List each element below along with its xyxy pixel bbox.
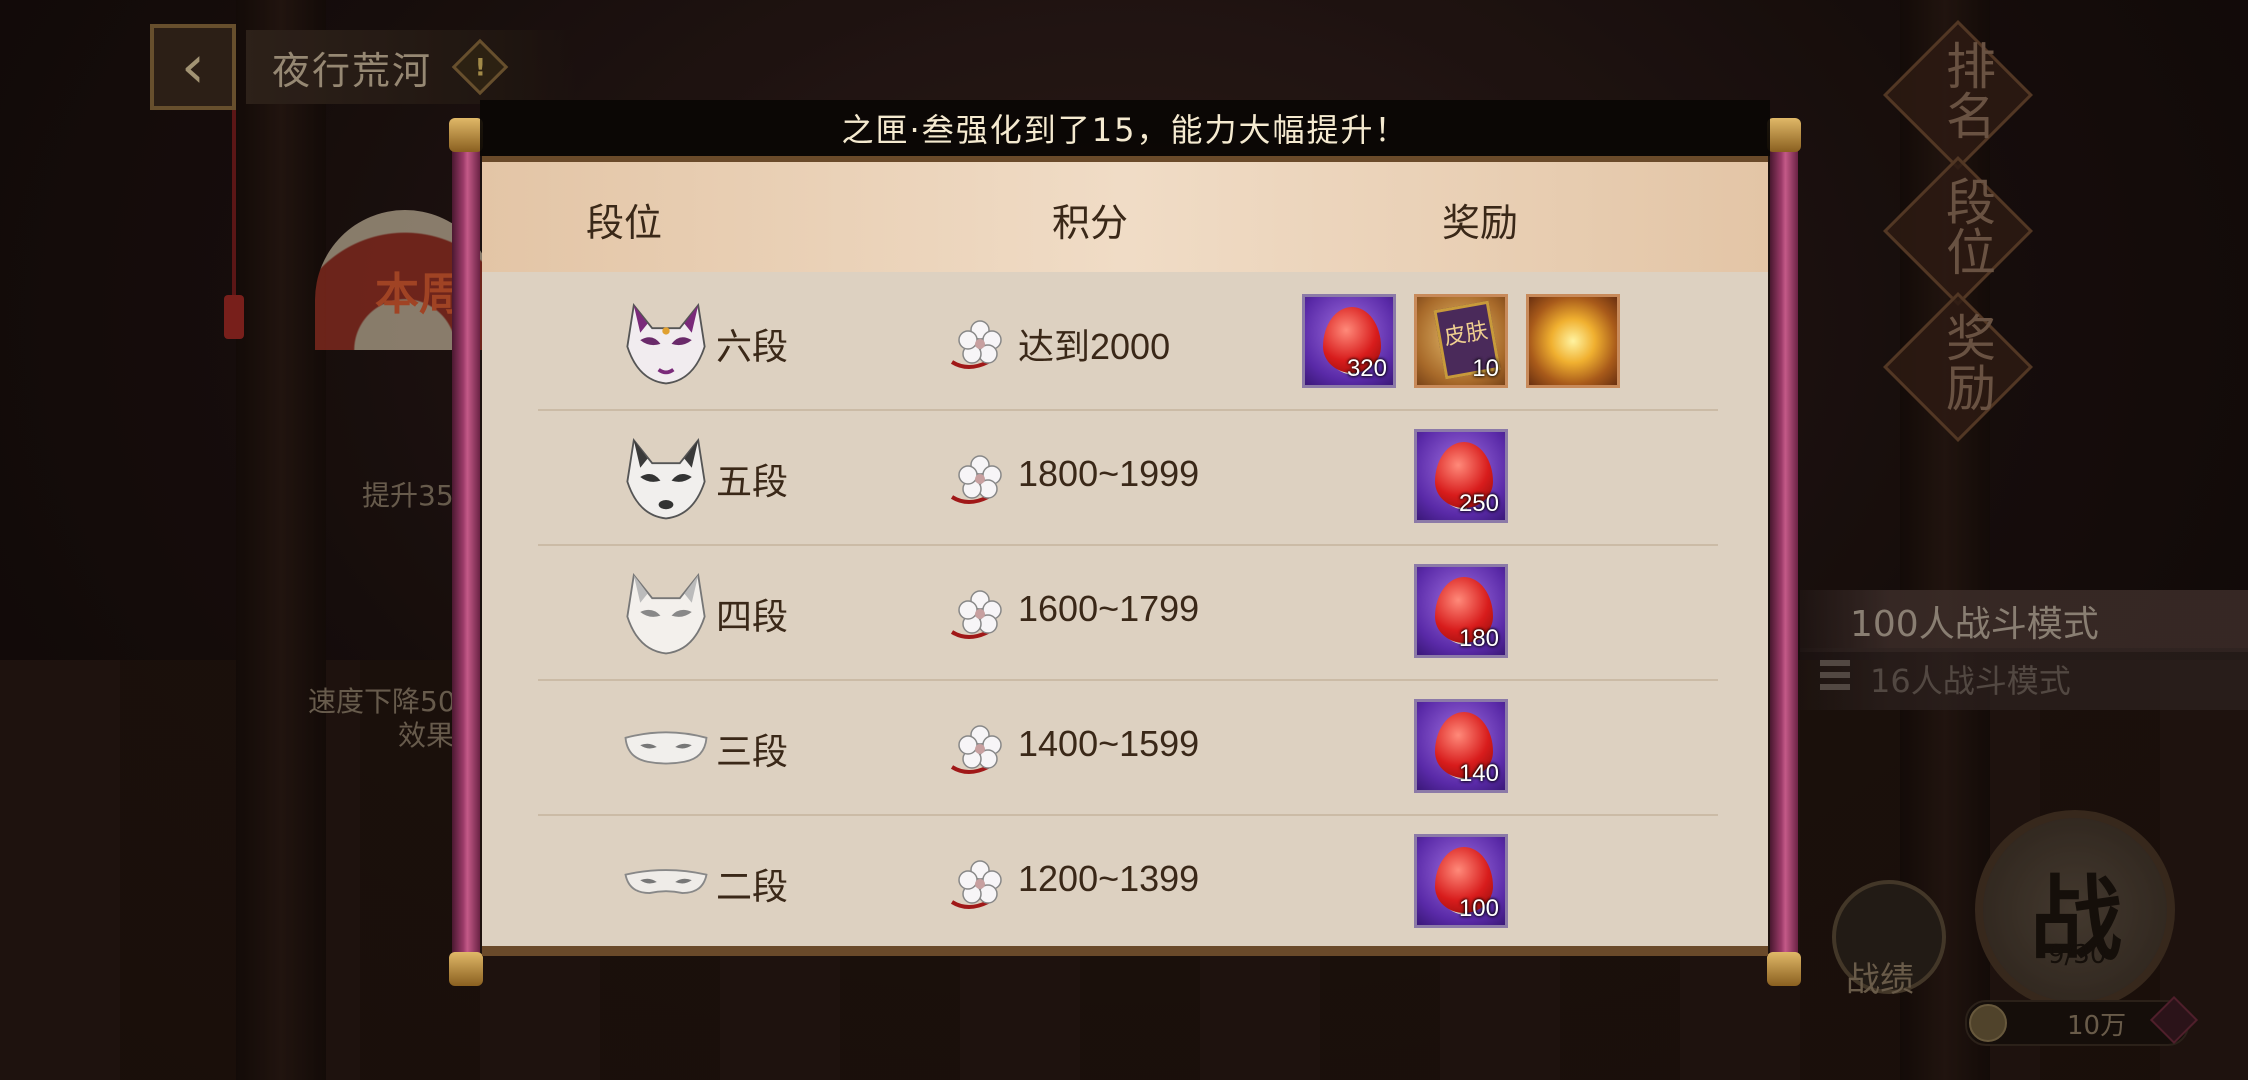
rank-label: 五段 [716,462,789,503]
reward-quantity: 140 [1458,760,1499,787]
scroll-rod-right [1770,120,1798,970]
scroll-rod-left [452,120,480,970]
purple-fox-mask-icon [618,296,714,388]
scroll-cap [1767,952,1801,986]
table-row: 六段 达到2000 320 皮肤 10 [538,274,1718,409]
white-fox-mask-icon [618,566,714,658]
sakura-point-icon [948,316,1010,372]
sakura-point-icon [948,856,1010,912]
header-score: 积分 [1052,201,1129,245]
table-row: 四段 1600~1799 180 [538,544,1718,679]
rank-label: 四段 [716,597,789,638]
reward-item-golden-frame[interactable] [1526,294,1620,388]
rank-label: 三段 [716,732,789,773]
reward-item-soul-jade[interactable]: 140 [1414,699,1508,793]
header-reward: 奖励 [1442,201,1519,245]
score-range: 1800~1999 [1018,453,1200,494]
reward-item-soul-jade[interactable]: 100 [1414,834,1508,928]
table-row: 三段 1400~1599 140 [538,679,1718,814]
reward-quantity: 250 [1458,490,1499,517]
header-rank: 段位 [586,201,663,245]
reward-quantity: 180 [1458,625,1499,652]
reward-item-soul-jade[interactable]: 180 [1414,564,1508,658]
reward-item-soul-jade[interactable]: 250 [1414,429,1508,523]
rank-reward-panel: 段位 积分 奖励 六段 达到2000 320 皮肤 10 五段 1800~1999 250 四段… [482,156,1768,956]
reward-item-soul-jade[interactable]: 320 [1302,294,1396,388]
reward-quantity: 100 [1458,895,1499,922]
sakura-point-icon [948,721,1010,777]
system-notice-text: 之匣·叁强化到了15，能力大幅提升！ [841,111,1409,149]
score-range: 1600~1799 [1018,588,1200,629]
reward-quantity: 10 [1472,355,1499,382]
score-range: 1200~1399 [1018,858,1200,899]
scroll-cap [449,118,483,152]
system-notice-bar: 之匣·叁强化到了15，能力大幅提升！ [480,100,1770,156]
table-header: 段位 积分 奖励 [482,162,1768,272]
sakura-point-icon [948,451,1010,507]
black-fox-mask-icon [618,431,714,523]
sakura-point-icon [948,586,1010,642]
scroll-cap [449,952,483,986]
score-range: 达到2000 [1018,326,1171,367]
reward-item-skin-scroll[interactable]: 皮肤 10 [1414,294,1508,388]
score-range: 1400~1599 [1018,723,1200,764]
half-mask-icon [618,701,714,793]
reward-quantity: 320 [1346,355,1387,382]
rank-label: 六段 [716,327,789,368]
rank-label: 二段 [716,867,789,908]
table-row: 五段 1800~1999 250 [538,409,1718,544]
table-row: 二段 1200~1399 100 [538,814,1718,949]
eye-mask-icon [618,836,714,928]
scroll-cap [1767,118,1801,152]
